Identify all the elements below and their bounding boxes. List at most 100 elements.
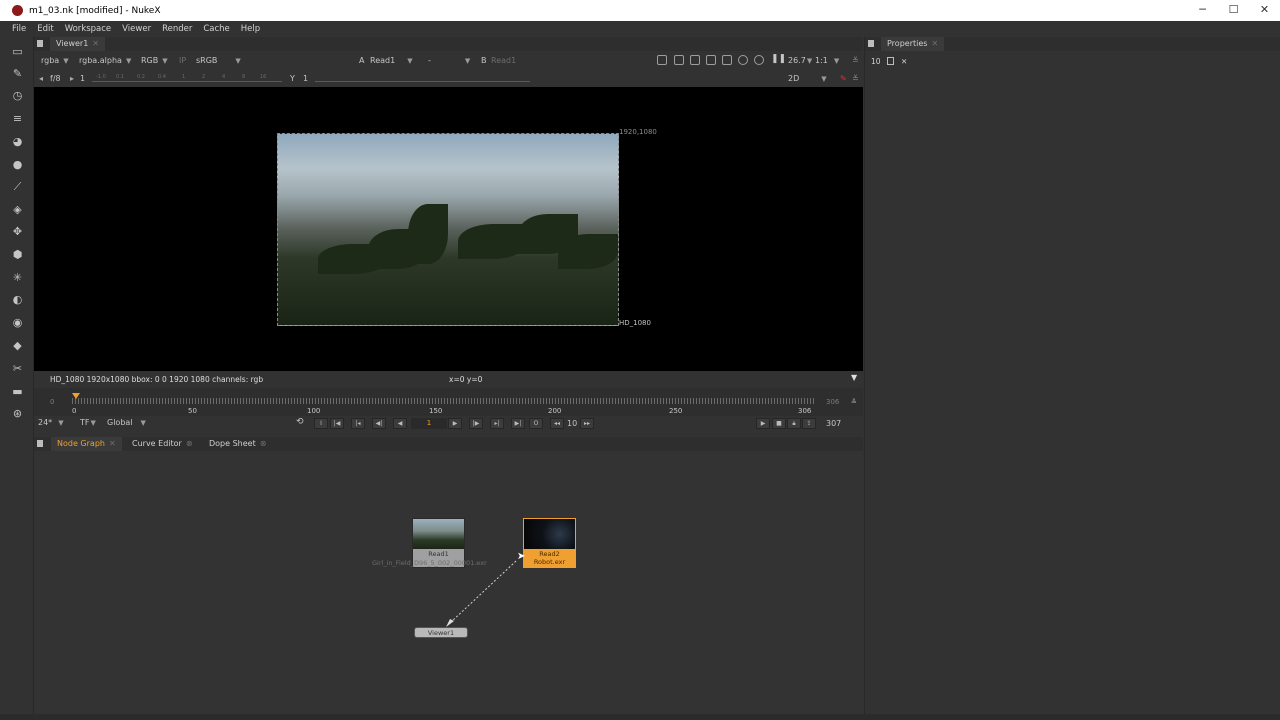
menu-workspace[interactable]: Workspace [65, 24, 111, 34]
downscale-icon[interactable] [722, 55, 732, 65]
filter-icon[interactable]: ● [10, 157, 25, 171]
timeline-expand-icon[interactable]: ≚ [851, 398, 857, 406]
first-frame-icon[interactable]: |◀ [330, 418, 344, 429]
merge-icon[interactable]: ◈ [10, 202, 25, 216]
wipe-mode-dropdown[interactable]: - ▼ [428, 56, 470, 65]
step-back-icon[interactable]: ◀| [372, 418, 386, 429]
fstop-value[interactable]: f/8 [50, 74, 61, 83]
expand-icon[interactable]: ≚ [852, 74, 859, 83]
alpha-dropdown[interactable]: rgba.alpha ▼ [79, 56, 131, 65]
lut-dropdown[interactable]: sRGB ▼ [196, 56, 241, 65]
record-icon[interactable]: ■ [772, 418, 786, 429]
out-point-icon[interactable]: O [529, 418, 543, 429]
play-forward-icon[interactable]: ▶ [448, 418, 462, 429]
step-forward-icon[interactable]: |▶ [469, 418, 483, 429]
image-icon[interactable]: ▭ [10, 44, 25, 58]
close-tab-icon[interactable]: ✕ [931, 39, 938, 48]
play-backward-icon[interactable]: ◀ [393, 418, 407, 429]
next-keyframe-icon[interactable]: ▸| [490, 418, 504, 429]
furnace-icon[interactable]: ⊛ [10, 406, 25, 420]
node-graph-canvas[interactable]: Read1 Girl_in_Field_D96_5_002_00001.exr … [34, 451, 863, 714]
zoom-dropdown[interactable]: 26.7▼ [788, 56, 812, 65]
clear-panels-icon[interactable]: ✕ [901, 57, 907, 66]
transform-icon[interactable]: ✥ [10, 224, 25, 238]
roi-icon[interactable] [657, 55, 667, 65]
end-frame-field[interactable]: 307 [826, 419, 841, 428]
minimize-button[interactable]: ─ [1187, 0, 1218, 21]
other-icon[interactable]: ▬ [10, 384, 25, 398]
info-dropdown-icon[interactable]: ▼ [851, 373, 857, 382]
gamma-slider[interactable] [315, 76, 530, 82]
b-input-dropdown[interactable]: Read1 [491, 56, 516, 65]
gamma-field[interactable]: 1 [303, 74, 308, 83]
tab-properties[interactable]: Properties ✕ [881, 37, 945, 51]
prev-keyframe-icon[interactable]: |◂ [351, 418, 365, 429]
ratio-dropdown[interactable]: 1:1 ▼ [815, 56, 839, 65]
step-back-increment-icon[interactable]: ◂◂ [550, 418, 564, 429]
expand-icon[interactable]: ≚ [852, 56, 859, 65]
metadata-icon[interactable]: ◆ [10, 338, 25, 352]
pane-menu-icon[interactable] [37, 40, 43, 47]
node-read2[interactable]: Read2 Robot.exr [523, 518, 576, 568]
menu-help[interactable]: Help [241, 24, 260, 34]
close-tab-icon[interactable]: ✕ [92, 39, 99, 48]
safe-area-icon[interactable] [674, 55, 684, 65]
current-frame-field[interactable]: 1 [411, 418, 447, 429]
in-point-icon[interactable]: I [314, 418, 328, 429]
time-icon[interactable]: ◷ [10, 88, 25, 102]
fstop-left-arrow-icon[interactable]: ◂ [39, 74, 43, 83]
lock-panel-icon[interactable] [887, 57, 894, 65]
menu-render[interactable]: Render [162, 24, 192, 34]
menu-viewer[interactable]: Viewer [122, 24, 151, 34]
tab-curve-editor[interactable]: Curve Editor ⊗ [126, 437, 199, 451]
gpu-icon[interactable] [690, 55, 700, 65]
display-dropdown[interactable]: RGB ▼ [141, 56, 168, 65]
flipbook-icon[interactable]: ▶ [756, 418, 770, 429]
tab-dope-sheet[interactable]: Dope Sheet ⊗ [203, 437, 272, 451]
proxy-icon[interactable] [706, 55, 716, 65]
close-tab-icon[interactable]: ⊗ [186, 439, 193, 448]
loop-icon[interactable]: ⟲ [296, 417, 304, 427]
viewer-viewport[interactable]: 1920,1080 HD_1080 [34, 87, 863, 371]
3d-icon[interactable]: ⬢ [10, 247, 25, 261]
menu-cache[interactable]: Cache [203, 24, 229, 34]
export-icon[interactable]: ⇪ [802, 418, 816, 429]
pane-menu-icon[interactable] [37, 440, 43, 447]
channel-icon[interactable]: ≡ [10, 111, 25, 125]
toolsets-icon[interactable]: ✂ [10, 361, 25, 375]
tab-viewer1[interactable]: Viewer1 ✕ [50, 37, 105, 51]
playhead[interactable] [72, 393, 80, 399]
in-frame-field[interactable]: 0 [50, 398, 54, 406]
menu-file[interactable]: File [12, 24, 26, 34]
close-tab-icon[interactable]: ✕ [109, 439, 116, 448]
channels-dropdown[interactable]: rgba ▼ [41, 56, 69, 65]
increment-field[interactable]: 10 [567, 419, 577, 428]
close-button[interactable]: ✕ [1249, 0, 1280, 21]
color-icon[interactable]: ◕ [10, 134, 25, 148]
last-frame-icon[interactable]: ▶| [511, 418, 525, 429]
paint-icon[interactable]: ✎ [840, 74, 847, 83]
max-panels-field[interactable]: 10 [871, 57, 881, 66]
gain-slider[interactable]: -1.0 0.1 0.2 0.4 1 2 4 8 16 [92, 74, 282, 82]
deep-icon[interactable]: ◐ [10, 292, 25, 306]
pane-menu-icon[interactable] [868, 40, 874, 47]
keyer-icon[interactable]: ⟋ [10, 180, 25, 194]
refresh-icon[interactable] [738, 55, 748, 65]
node-viewer1[interactable]: Viewer1 [414, 627, 468, 638]
a-input-dropdown[interactable]: Read1 ▼ [370, 56, 413, 65]
views-icon[interactable]: ◉ [10, 315, 25, 329]
maximize-button[interactable]: ☐ [1218, 0, 1249, 21]
settings-icon[interactable] [754, 55, 764, 65]
lock-icon[interactable]: 🔒︎ [787, 418, 801, 429]
properties-scrollbar[interactable] [1270, 69, 1280, 709]
tf-dropdown[interactable]: TF▼ [80, 418, 96, 427]
fps-dropdown[interactable]: 24* ▼ [38, 418, 64, 427]
out-frame-field[interactable]: 306 [826, 398, 839, 406]
timeline-track[interactable] [72, 398, 814, 404]
menu-edit[interactable]: Edit [37, 24, 53, 34]
timeline[interactable]: 0 0 50 100 150 200 250 306 306 ≚ [34, 388, 863, 418]
range-dropdown[interactable]: Global ▼ [107, 418, 146, 427]
fstop-right-arrow-icon[interactable]: ▸ [70, 74, 74, 83]
particles-icon[interactable]: ✳ [10, 270, 25, 284]
tab-node-graph[interactable]: Node Graph ✕ [51, 437, 122, 451]
